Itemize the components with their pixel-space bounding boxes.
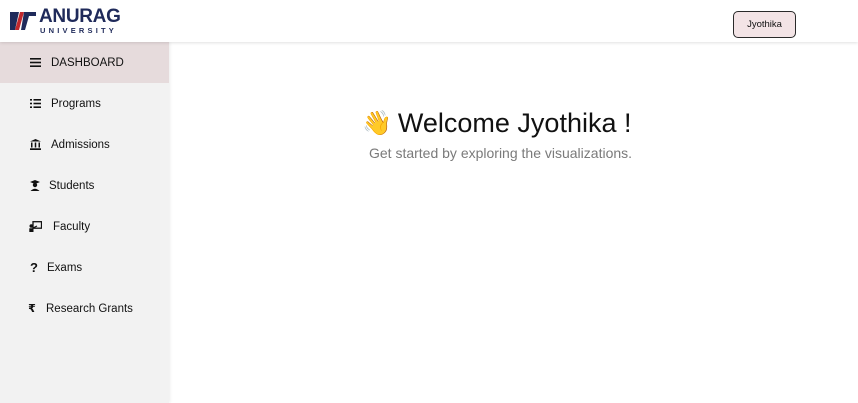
institution-icon (28, 138, 42, 152)
sidebar-item-label: Exams (47, 261, 83, 274)
sidebar-item-students[interactable]: Students (0, 165, 169, 206)
sidebar-item-label: Faculty (53, 220, 91, 233)
top-bar: ANURAG UNIVERSITY Jyothika (0, 0, 858, 42)
sidebar-item-admissions[interactable]: Admissions (0, 124, 169, 165)
university-logo[interactable]: ANURAG UNIVERSITY (10, 7, 121, 35)
sidebar-item-exams[interactable]: ? Exams (0, 247, 169, 288)
student-icon (28, 179, 42, 193)
logo-mark-icon (10, 10, 36, 32)
sidebar-item-programs[interactable]: Programs (0, 83, 169, 124)
menu-icon (28, 56, 42, 70)
welcome-subtitle: Get started by exploring the visualizati… (369, 145, 633, 161)
main-content: 👋 Welcome Jyothika ! Get started by expl… (172, 42, 858, 403)
logo-subtitle: UNIVERSITY (40, 26, 118, 35)
welcome-text: Welcome Jyothika ! (397, 108, 632, 138)
question-icon: ? (30, 260, 38, 275)
sidebar-item-faculty[interactable]: Faculty (0, 206, 169, 247)
sidebar-item-dashboard[interactable]: DASHBOARD (0, 42, 169, 83)
welcome-heading: 👋 Welcome Jyothika ! (362, 108, 631, 139)
sidebar-item-label: Admissions (51, 138, 110, 151)
waving-hand-icon: 👋 (362, 110, 392, 137)
sidebar-item-label: Students (49, 179, 95, 192)
rupee-icon: ₹ (28, 303, 36, 315)
logo-name: ANURAG (39, 6, 121, 27)
sidebar-item-research-grants[interactable]: ₹ Research Grants (0, 288, 169, 329)
user-menu-button[interactable]: Jyothika (733, 11, 796, 38)
list-icon (28, 97, 42, 111)
sidebar: DASHBOARD Programs Admissions Students F… (0, 42, 169, 403)
sidebar-item-label: Programs (51, 97, 101, 110)
sidebar-item-label: Research Grants (46, 302, 133, 315)
sidebar-item-label: DASHBOARD (51, 56, 124, 69)
teacher-icon (28, 220, 42, 234)
